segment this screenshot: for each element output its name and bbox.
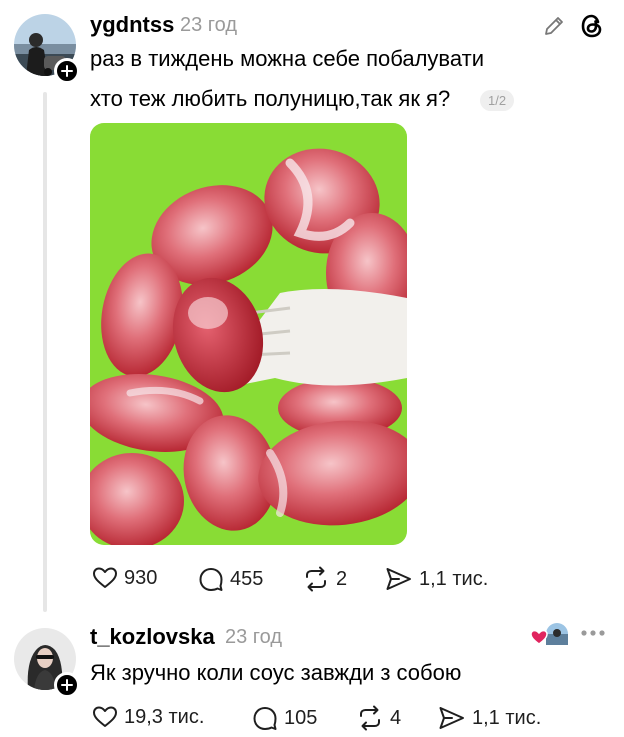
comment-bubble-icon xyxy=(199,568,223,591)
reply-comment-button[interactable]: 105 xyxy=(252,705,317,731)
reply-like-button[interactable]: 19,3 тис. xyxy=(92,705,204,729)
heart-icon xyxy=(93,706,117,727)
author-liked-badge-icon xyxy=(530,622,570,648)
plus-icon xyxy=(61,65,73,77)
follow-plus-button[interactable] xyxy=(54,58,80,84)
repost-icon xyxy=(360,705,380,731)
plus-icon xyxy=(61,679,73,691)
post-comment-button[interactable]: 455 xyxy=(198,566,263,592)
post-text-line-2: хто теж любить полуницю,так як я? xyxy=(90,86,451,111)
post-repost-button[interactable]: 2 xyxy=(302,566,347,592)
post-comment-count: 455 xyxy=(230,567,264,590)
pencil-icon[interactable] xyxy=(542,14,566,38)
post-like-count: 930 xyxy=(124,566,158,589)
reply-share-button[interactable]: 1,1 тис. xyxy=(438,705,541,731)
post-repost-count: 2 xyxy=(336,567,348,590)
heart-icon xyxy=(93,567,117,588)
reply-comment-count: 105 xyxy=(284,706,318,729)
post-timestamp: 23 год xyxy=(180,14,238,36)
more-dots-icon[interactable] xyxy=(580,628,606,638)
post-share-button[interactable]: 1,1 тис. xyxy=(385,566,488,592)
reply-timestamp: 23 год xyxy=(225,626,283,648)
reply-text: Як зручно коли соус завжди з собою xyxy=(90,660,462,685)
repost-icon xyxy=(306,566,326,592)
post-photo[interactable] xyxy=(90,123,407,545)
reply-username[interactable]: t_kozlovska xyxy=(90,624,215,650)
reply-follow-plus-button[interactable] xyxy=(54,672,80,698)
reply-repost-button[interactable]: 4 xyxy=(356,705,401,731)
send-icon xyxy=(439,707,464,729)
reply-like-count: 19,3 тис. xyxy=(124,705,205,728)
post-share-count: 1,1 тис. xyxy=(419,567,489,590)
comment-bubble-icon xyxy=(253,707,277,730)
post-username[interactable]: ygdntss xyxy=(90,12,174,38)
post-text-line-1: раз в тиждень можна себе побалувати xyxy=(90,46,484,71)
threads-logo-icon[interactable] xyxy=(578,12,606,40)
send-icon xyxy=(386,568,411,590)
reply-repost-count: 4 xyxy=(390,706,402,729)
image-page-indicator: 1/2 xyxy=(480,90,515,111)
post-like-button[interactable]: 930 xyxy=(92,566,157,590)
thread-connector-line xyxy=(43,92,47,612)
reply-share-count: 1,1 тис. xyxy=(472,706,542,729)
